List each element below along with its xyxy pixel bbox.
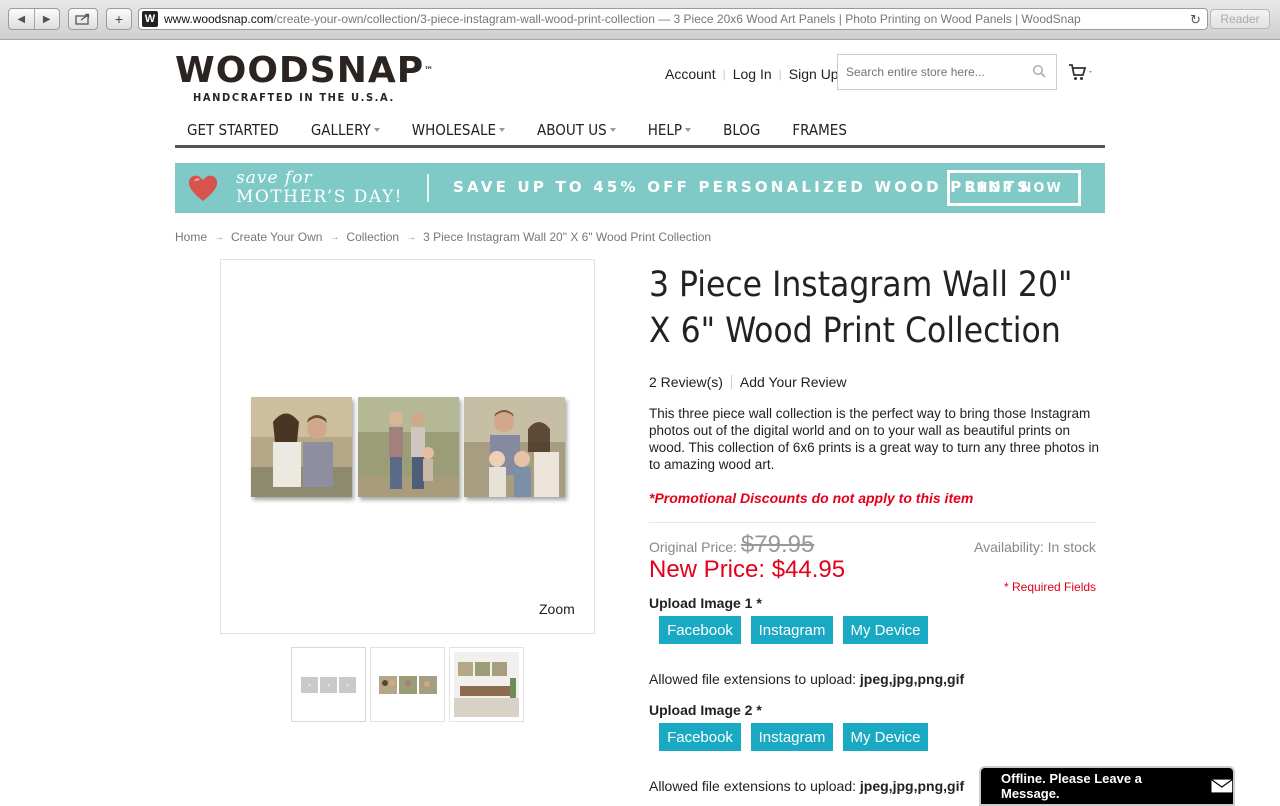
logo-wordmark: WOODSNAP: [175, 50, 425, 91]
url-host: www.woodsnap.com: [164, 12, 274, 26]
logo-tagline: HANDCRAFTED IN THE U.S.A.: [193, 91, 395, 104]
nav-label: GET STARTED: [187, 121, 279, 139]
separator: [730, 375, 732, 389]
nav-get-started[interactable]: GET STARTED: [187, 118, 279, 142]
new-price: New Price: $44.95: [649, 556, 846, 583]
allowed-extensions-value: jpeg,jpg,png,gif: [859, 778, 965, 794]
availability: Availability: In stock: [974, 539, 1096, 555]
upload-2-allowed-extensions: Allowed file extensions to upload: jpeg,…: [649, 778, 964, 794]
heart-icon: [188, 175, 218, 201]
upload-1-my-device-button[interactable]: My Device: [843, 616, 928, 644]
nav-gallery[interactable]: GALLERY: [311, 118, 380, 142]
upload-1-allowed-extensions: Allowed file extensions to upload: jpeg,…: [649, 671, 964, 687]
forward-icon[interactable]: ▶: [35, 9, 60, 29]
breadcrumb: Home → Create Your Own → Collection → 3 …: [175, 230, 711, 244]
promo-disclaimer: *Promotional Discounts do not apply to t…: [649, 490, 974, 506]
account-links: Account | Log In | Sign Up: [658, 66, 846, 82]
banner-mothers-day: MOTHER’S DAY!: [236, 187, 404, 207]
breadcrumb-create-your-own[interactable]: Create Your Own: [231, 230, 322, 244]
browser-toolbar: ◀ ▶ + W www.woodsnap.com /create-your-ow…: [0, 0, 1280, 40]
login-link[interactable]: Log In: [726, 66, 779, 82]
allowed-extensions-label: Allowed file extensions to upload:: [649, 671, 857, 687]
upload-1-facebook-button[interactable]: Facebook: [659, 616, 741, 644]
nav-label: HELP: [647, 121, 683, 139]
nav-help[interactable]: HELP: [647, 118, 692, 142]
photo-panel-2: [358, 397, 459, 497]
chat-label: Offline. Please Leave a Message.: [1001, 771, 1142, 801]
shop-now-button[interactable]: SHOP NOW: [947, 170, 1081, 206]
cart-icon[interactable]: [1068, 63, 1096, 81]
photo-panel-3: [464, 397, 565, 497]
upload-2-my-device-button[interactable]: My Device: [843, 723, 928, 751]
back-forward-buttons[interactable]: ◀ ▶: [8, 8, 60, 30]
share-button[interactable]: [68, 8, 98, 30]
logo-trademark: ™: [424, 66, 435, 76]
nav-label: FRAMES: [792, 121, 847, 139]
upload-image-2-label: Upload Image 2 *: [649, 702, 762, 718]
upload-image-1-label: Upload Image 1 *: [649, 595, 762, 611]
main-navigation: GET STARTED GALLERY WHOLESALE ABOUT US H…: [175, 118, 1105, 148]
original-price: Original Price: $79.95: [649, 531, 814, 559]
banner-save-for: save for: [236, 168, 313, 188]
search-icon[interactable]: [1032, 64, 1046, 78]
chevron-down-icon: [685, 128, 692, 132]
chevron-down-icon: [499, 128, 506, 132]
product-thumbnail-1[interactable]: [291, 647, 366, 722]
allowed-extensions-label: Allowed file extensions to upload:: [649, 778, 857, 794]
original-price-value: $79.95: [740, 531, 815, 558]
banner-divider: [427, 174, 429, 202]
original-price-label: Original Price:: [649, 539, 737, 555]
search-input[interactable]: [846, 65, 1026, 79]
nav-label: GALLERY: [310, 121, 371, 139]
breadcrumb-home[interactable]: Home: [175, 230, 207, 244]
address-bar[interactable]: W www.woodsnap.com /create-your-own/coll…: [138, 8, 1208, 30]
promo-banner[interactable]: save for MOTHER’S DAY! SAVE UP TO 45% OF…: [175, 163, 1105, 213]
required-fields-note: * Required Fields: [1004, 580, 1097, 594]
upload-2-facebook-button[interactable]: Facebook: [659, 723, 741, 751]
chevron-down-icon: [609, 128, 616, 132]
upload-1-instagram-button[interactable]: Instagram: [751, 616, 833, 644]
site-favicon: W: [142, 11, 158, 27]
nav-frames[interactable]: FRAMES: [792, 118, 847, 142]
share-icon: [75, 13, 90, 25]
site-logo[interactable]: WOODSNAP™ HANDCRAFTED IN THE U.S.A.: [175, 53, 433, 105]
breadcrumb-collection[interactable]: Collection: [346, 230, 399, 244]
arrow-right-icon: →: [406, 231, 417, 243]
banner-promo-text: SAVE UP TO 45% OFF PERSONALIZED WOOD PRI…: [453, 178, 1032, 196]
reader-button[interactable]: Reader: [1210, 9, 1270, 29]
arrow-right-icon: →: [214, 231, 225, 243]
nav-label: ABOUT US: [537, 121, 607, 139]
divider: [649, 522, 1096, 523]
breadcrumb-current: 3 Piece Instagram Wall 20" X 6" Wood Pri…: [423, 230, 712, 244]
search-box: [837, 54, 1057, 90]
arrow-right-icon: →: [329, 231, 340, 243]
reload-icon[interactable]: ↻: [1190, 12, 1201, 28]
account-link[interactable]: Account: [658, 66, 723, 82]
chevron-down-icon: [373, 128, 380, 132]
reviews-count-link[interactable]: 2 Review(s): [649, 374, 723, 390]
plus-icon: +: [114, 11, 124, 27]
nav-label: BLOG: [723, 121, 761, 139]
product-title: 3 Piece Instagram Wall 20" X 6" Wood Pri…: [649, 265, 1073, 351]
zoom-link[interactable]: Zoom: [539, 601, 575, 617]
product-thumbnail-2[interactable]: [370, 647, 445, 722]
url-path: /create-your-own/collection/3-piece-inst…: [273, 12, 1081, 26]
photo-panel-1: [251, 397, 352, 497]
envelope-icon: [1211, 779, 1233, 793]
add-bookmark-button[interactable]: +: [106, 8, 132, 30]
product-description: This three piece wall collection is the …: [649, 406, 1099, 472]
review-links: 2 Review(s) Add Your Review: [649, 374, 847, 390]
product-main-image[interactable]: Zoom: [220, 259, 595, 634]
back-icon[interactable]: ◀: [9, 9, 35, 29]
allowed-extensions-value: jpeg,jpg,png,gif: [859, 671, 965, 687]
nav-blog[interactable]: BLOG: [723, 118, 760, 142]
nav-about-us[interactable]: ABOUT US: [537, 118, 616, 142]
product-thumbnail-3[interactable]: [449, 647, 524, 722]
nav-wholesale[interactable]: WHOLESALE: [411, 118, 506, 142]
nav-label: WHOLESALE: [411, 121, 497, 139]
upload-2-instagram-button[interactable]: Instagram: [751, 723, 833, 751]
add-review-link[interactable]: Add Your Review: [740, 374, 847, 390]
chat-widget[interactable]: Offline. Please Leave a Message.: [979, 766, 1235, 806]
